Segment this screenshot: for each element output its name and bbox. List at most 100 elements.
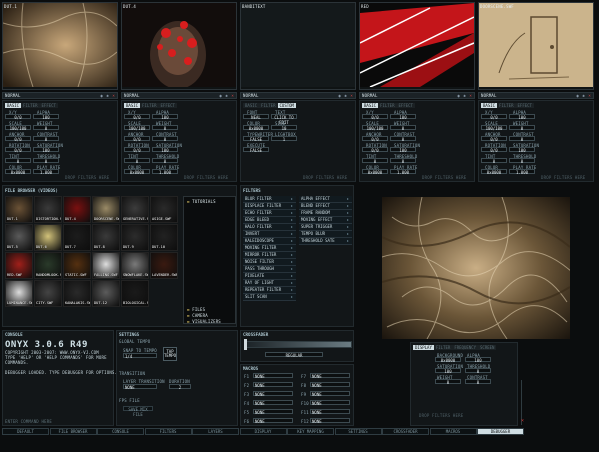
filter-item[interactable]: THRESHOLD SATE ▸ [299, 238, 352, 245]
bottom-tab[interactable]: KEY MAPPING [287, 428, 334, 435]
filter-item[interactable]: ECHO FILTER ▸ [243, 210, 296, 217]
library-item[interactable]: DUT.6 [34, 224, 62, 251]
layer-tab[interactable]: CUSTOM [277, 103, 296, 108]
display-field-input[interactable]: 100 [435, 368, 461, 374]
resize-handle[interactable]: × [521, 418, 524, 424]
field-input[interactable]: 0 [509, 125, 535, 131]
folder-item[interactable]: ▬ VISUALIZERS [187, 319, 221, 324]
field-input[interactable]: 0x0000 [362, 169, 388, 175]
field-input[interactable]: 0/0 [362, 147, 388, 153]
snap-select[interactable]: 1/4 [123, 353, 157, 359]
layer-tab[interactable]: BASIC [481, 103, 498, 108]
display-field-input[interactable]: 0 [465, 368, 491, 374]
layer-tab[interactable]: FILTER [140, 103, 159, 108]
macro-select[interactable]: NONE [310, 391, 350, 397]
macro-select[interactable]: NONE [253, 382, 293, 388]
filter-item[interactable]: RAY OF LIGHT ▸ [243, 280, 296, 287]
library-item[interactable]: CITY.SWF [34, 280, 62, 307]
visibility-icon[interactable]: ◉ [576, 93, 579, 99]
field-input[interactable]: 0/0 [124, 136, 150, 142]
layer-tab[interactable]: FILTER [259, 103, 278, 108]
filter-item[interactable]: ALPHA EFFECT ▸ [299, 196, 352, 203]
field-input[interactable]: 10 [271, 125, 297, 131]
display-field-input[interactable]: 0 [465, 379, 491, 385]
field-input[interactable]: 100 [33, 147, 59, 153]
filter-item[interactable]: KALEIDOSCOPE ▸ [243, 238, 296, 245]
display-field-input[interactable]: 100 [465, 357, 491, 363]
field-input[interactable]: 0 [509, 136, 535, 142]
library-item[interactable]: FALLING.SWF [92, 252, 120, 279]
crossfader-handle[interactable] [244, 339, 247, 350]
field-input[interactable]: 0 [33, 158, 59, 164]
filter-item[interactable]: MIRROR FILTER ▸ [243, 252, 296, 259]
library-item[interactable]: RED.SWF [5, 252, 33, 279]
field-input[interactable]: NEAL [243, 114, 269, 120]
field-input[interactable]: 0x0000 [124, 169, 150, 175]
blend-mode-select[interactable]: NORMAL [243, 93, 259, 99]
library-item[interactable]: DUT.12 [92, 280, 120, 307]
display-tab[interactable]: DISPLAY [413, 345, 434, 350]
field-input[interactable]: 1.000 [152, 169, 178, 175]
field-input[interactable]: 100 [33, 114, 59, 120]
display-tab[interactable]: FREQUENCY [452, 345, 478, 350]
macro-select[interactable]: NONE [253, 373, 293, 379]
field-input[interactable]: 100/100 [124, 125, 150, 131]
layer-tab[interactable]: BASIC [243, 103, 260, 108]
field-input[interactable]: FALSE [243, 147, 269, 153]
filter-item[interactable]: MOVING EFFECT ▸ [299, 217, 352, 224]
layer-tab[interactable]: BASIC [5, 103, 22, 108]
bottom-tab[interactable]: CROSSFADER [382, 428, 429, 435]
field-input[interactable]: 100 [509, 114, 535, 120]
field-input[interactable]: 0 [362, 158, 388, 164]
library-item[interactable]: DUT.8 [92, 224, 120, 251]
macro-select[interactable]: NONE [253, 409, 293, 415]
field-input[interactable]: 0 [390, 136, 416, 142]
layer-tab[interactable]: EFFECT [515, 103, 534, 108]
filter-item[interactable]: SLIT SCAN ▸ [243, 294, 296, 301]
layer-transition-select[interactable]: NONE [123, 384, 157, 390]
visibility-icon[interactable]: ◉ [219, 93, 222, 99]
bottom-tab[interactable]: FILE BROWSER [49, 428, 97, 435]
macro-select[interactable]: NONE [253, 418, 293, 424]
filter-item[interactable]: PIXELATE ▸ [243, 273, 296, 280]
field-input[interactable]: 100 [509, 147, 535, 153]
field-input[interactable]: 0/0 [481, 114, 507, 120]
library-item[interactable]: DUT.5 [5, 224, 33, 251]
save-mix-button[interactable]: SAVE MIX FILE [123, 406, 153, 417]
bottom-tab[interactable]: MACROS [429, 428, 477, 435]
close-icon[interactable]: × [588, 93, 591, 99]
field-input[interactable]: 100 [390, 114, 416, 120]
library-item[interactable]: BIOLOGICAL.SWF [121, 280, 149, 307]
library-item[interactable]: DOORSCENE.SWF [92, 196, 120, 223]
field-input[interactable]: 0/0 [362, 114, 388, 120]
filter-item[interactable]: NOISE FILTER ▸ [243, 259, 296, 266]
display-field-input[interactable]: 0x0000 [435, 357, 461, 363]
filter-item[interactable]: HALO FILTER ▸ [243, 224, 296, 231]
field-input[interactable]: 0 [481, 158, 507, 164]
blend-mode-select[interactable]: NORMAL [5, 93, 21, 99]
settings-icon[interactable]: ✱ [106, 93, 109, 99]
layer-tab[interactable]: FILTER [21, 103, 40, 108]
layer-tab[interactable]: FILTER [378, 103, 397, 108]
library-item[interactable]: DUT.7 [63, 224, 91, 251]
field-input[interactable]: 1 [271, 136, 297, 142]
field-input[interactable]: 0/0 [124, 114, 150, 120]
library-item[interactable]: DUT.10 [150, 224, 178, 251]
macro-select[interactable]: NONE [253, 400, 293, 406]
macro-select[interactable]: NONE [310, 382, 350, 388]
layer-tab[interactable]: EFFECT [396, 103, 415, 108]
library-item[interactable]: RANDOMLOOK.SWF [34, 252, 62, 279]
filter-item[interactable]: INVERT ▸ [243, 231, 296, 238]
library-item[interactable]: DUT.1 [5, 196, 33, 223]
visibility-icon[interactable]: ◉ [457, 93, 460, 99]
close-icon[interactable]: × [350, 93, 353, 99]
layer-tab[interactable]: EFFECT [39, 103, 58, 108]
library-item[interactable]: LAVENDER.SWF [150, 252, 178, 279]
field-input[interactable]: 0/0 [5, 114, 31, 120]
filter-item[interactable]: REPEATER FILTER ▸ [243, 287, 296, 294]
command-input[interactable]: ENTER COMMAND HERE [5, 419, 52, 424]
field-input[interactable]: 0/0 [124, 147, 150, 153]
field-input[interactable]: 0/0 [481, 147, 507, 153]
library-item[interactable]: LUMINANCE.SWF [5, 280, 33, 307]
field-input[interactable]: FALSE [243, 136, 269, 142]
